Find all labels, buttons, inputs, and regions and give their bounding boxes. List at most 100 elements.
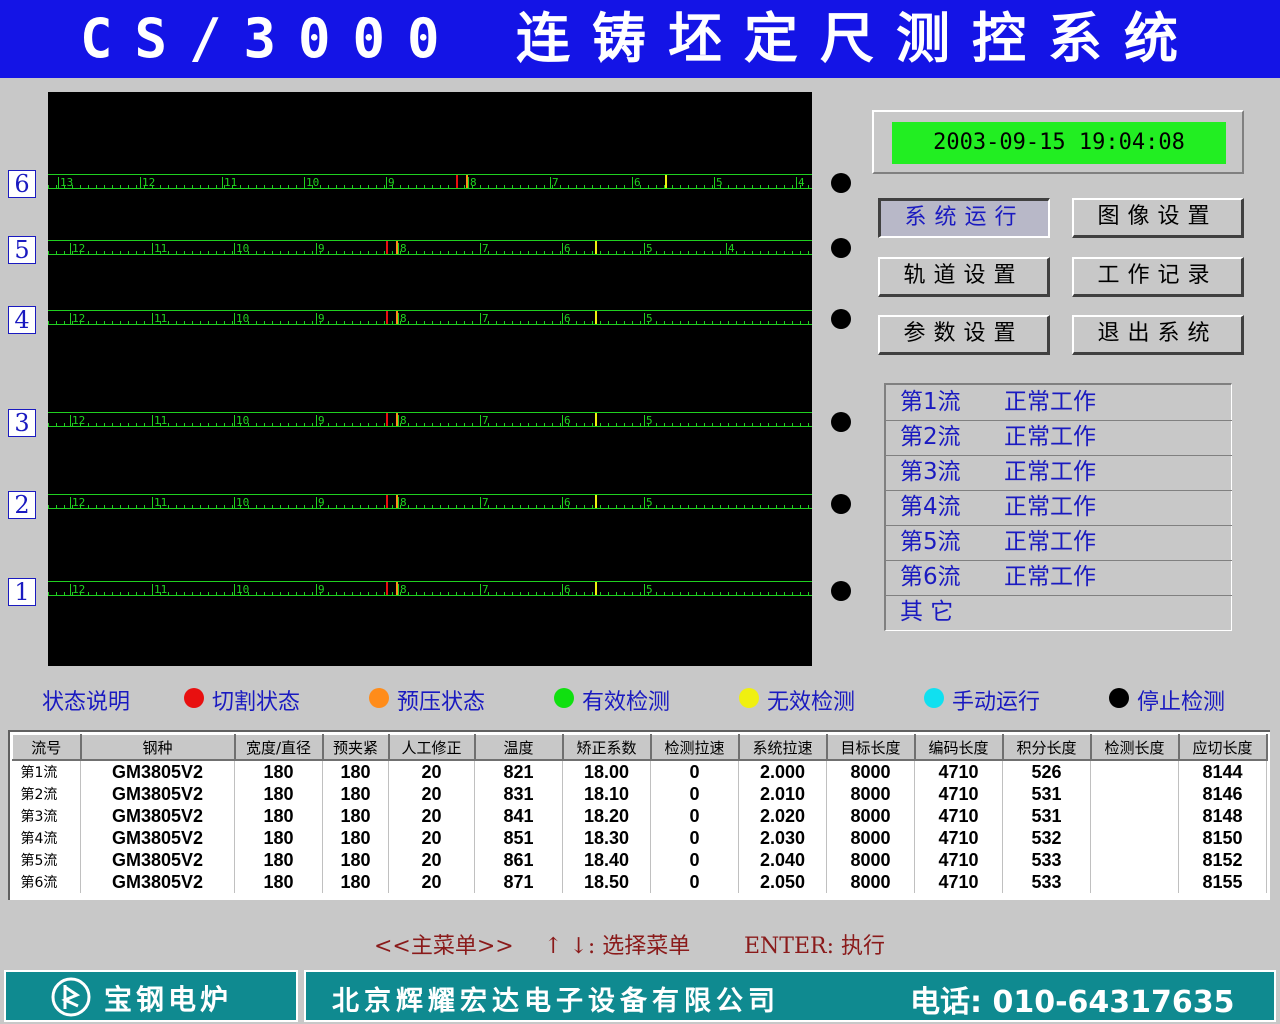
- system-run-button[interactable]: 系统运行: [878, 198, 1050, 238]
- minor-tick: [352, 505, 353, 508]
- minor-tick: [672, 251, 673, 254]
- table-cell: 20: [388, 783, 475, 805]
- legend-title: 状态说明: [42, 690, 131, 715]
- table-row: 第4流 GM3805V2 180 180 20 851 18.30 0 2.030 8000 471…: [12, 827, 1267, 849]
- exit-system-button[interactable]: 退出系统: [1072, 315, 1244, 355]
- minor-tick: [376, 505, 377, 508]
- stream-data-table: 流号 钢种 宽度/直径 预夹紧 人工修正 温度 矫正系数 检测拉速 系统拉速 目标长度 编码长度 积分…: [8, 730, 1270, 900]
- minor-tick: [744, 321, 745, 324]
- tick-label: 12: [72, 242, 86, 255]
- status-state: 正常工作: [1004, 424, 1096, 450]
- minor-tick: [560, 423, 561, 426]
- table-cell: 第4流: [12, 827, 81, 849]
- minor-tick: [176, 423, 177, 426]
- prepress-marker: [395, 495, 398, 508]
- major-tick: [796, 177, 797, 188]
- minor-tick: [592, 185, 593, 188]
- minor-tick: [576, 505, 577, 508]
- minor-tick: [272, 505, 273, 508]
- minor-tick: [296, 505, 297, 508]
- minor-tick: [264, 251, 265, 254]
- minor-tick: [616, 251, 617, 254]
- minor-tick: [80, 185, 81, 188]
- minor-tick: [464, 592, 465, 595]
- minor-tick: [472, 321, 473, 324]
- table-cell: GM3805V2: [80, 827, 235, 849]
- minor-tick: [280, 185, 281, 188]
- minor-tick: [656, 321, 657, 324]
- minor-tick: [280, 423, 281, 426]
- minor-tick: [104, 505, 105, 508]
- table-cell: 531: [1002, 783, 1091, 805]
- minor-tick: [528, 251, 529, 254]
- minor-tick: [552, 251, 553, 254]
- minor-tick: [200, 423, 201, 426]
- cut-marker: [385, 582, 388, 595]
- minor-tick: [752, 592, 753, 595]
- minor-tick: [328, 423, 329, 426]
- image-settings-button[interactable]: 图像设置: [1072, 198, 1244, 238]
- minor-tick: [632, 321, 633, 324]
- invalid-marker: [594, 241, 597, 254]
- minor-tick: [168, 505, 169, 508]
- table-cell: 831: [474, 783, 563, 805]
- param-settings-button[interactable]: 参数设置: [878, 315, 1050, 355]
- minor-tick: [576, 251, 577, 254]
- minor-tick: [592, 592, 593, 595]
- table-cell: 8152: [1178, 849, 1267, 871]
- minor-tick: [504, 592, 505, 595]
- tick-label: 4: [728, 242, 735, 255]
- minor-tick: [712, 592, 713, 595]
- table-cell: 18.50: [562, 871, 651, 893]
- minor-tick: [624, 321, 625, 324]
- minor-tick: [552, 423, 553, 426]
- minor-tick: [352, 592, 353, 595]
- minor-tick: [616, 505, 617, 508]
- minor-tick: [608, 505, 609, 508]
- stream-status-lamp-icon: [831, 581, 851, 601]
- footer-logo-panel: 宝钢电炉: [4, 970, 298, 1022]
- work-log-button[interactable]: 工作记录: [1072, 257, 1244, 297]
- major-tick: [480, 497, 481, 508]
- legend-label: 切割状态: [212, 690, 301, 715]
- orange-dot-icon: [369, 688, 389, 708]
- minor-tick: [448, 505, 449, 508]
- minor-tick: [360, 505, 361, 508]
- minor-tick: [424, 185, 425, 188]
- invalid-marker: [664, 175, 667, 188]
- column-header: 钢种: [80, 734, 236, 761]
- minor-tick: [768, 251, 769, 254]
- major-tick: [316, 313, 317, 324]
- minor-tick: [464, 423, 465, 426]
- minor-tick: [592, 505, 593, 508]
- minor-tick: [280, 592, 281, 595]
- minor-tick: [360, 321, 361, 324]
- table-cell: 8148: [1178, 805, 1267, 827]
- minor-tick: [168, 592, 169, 595]
- table-row: 第3流 GM3805V2 180 180 20 841 18.20 0 2.020 8000 471…: [12, 805, 1267, 827]
- minor-tick: [744, 423, 745, 426]
- major-tick: [304, 177, 305, 188]
- clock-display: 2003-09-15 19:04:08: [892, 122, 1226, 164]
- track-settings-button[interactable]: 轨道设置: [878, 257, 1050, 297]
- table-cell: GM3805V2: [80, 871, 235, 893]
- red-dot-icon: [184, 688, 204, 708]
- minor-tick: [720, 321, 721, 324]
- minor-tick: [704, 423, 705, 426]
- major-tick: [632, 177, 633, 188]
- status-name: 第4流: [900, 494, 961, 520]
- tick-label: 8: [400, 414, 407, 427]
- minor-tick: [272, 185, 273, 188]
- minor-tick: [544, 505, 545, 508]
- table-cell: 861: [474, 849, 563, 871]
- minor-tick: [440, 321, 441, 324]
- minor-tick: [576, 592, 577, 595]
- minor-tick: [272, 251, 273, 254]
- minor-tick: [656, 423, 657, 426]
- table-cell: 第3流: [12, 805, 81, 827]
- minor-tick: [208, 321, 209, 324]
- tick-label: 11: [154, 242, 168, 255]
- minor-tick: [192, 321, 193, 324]
- minor-tick: [504, 321, 505, 324]
- minor-tick: [344, 185, 345, 188]
